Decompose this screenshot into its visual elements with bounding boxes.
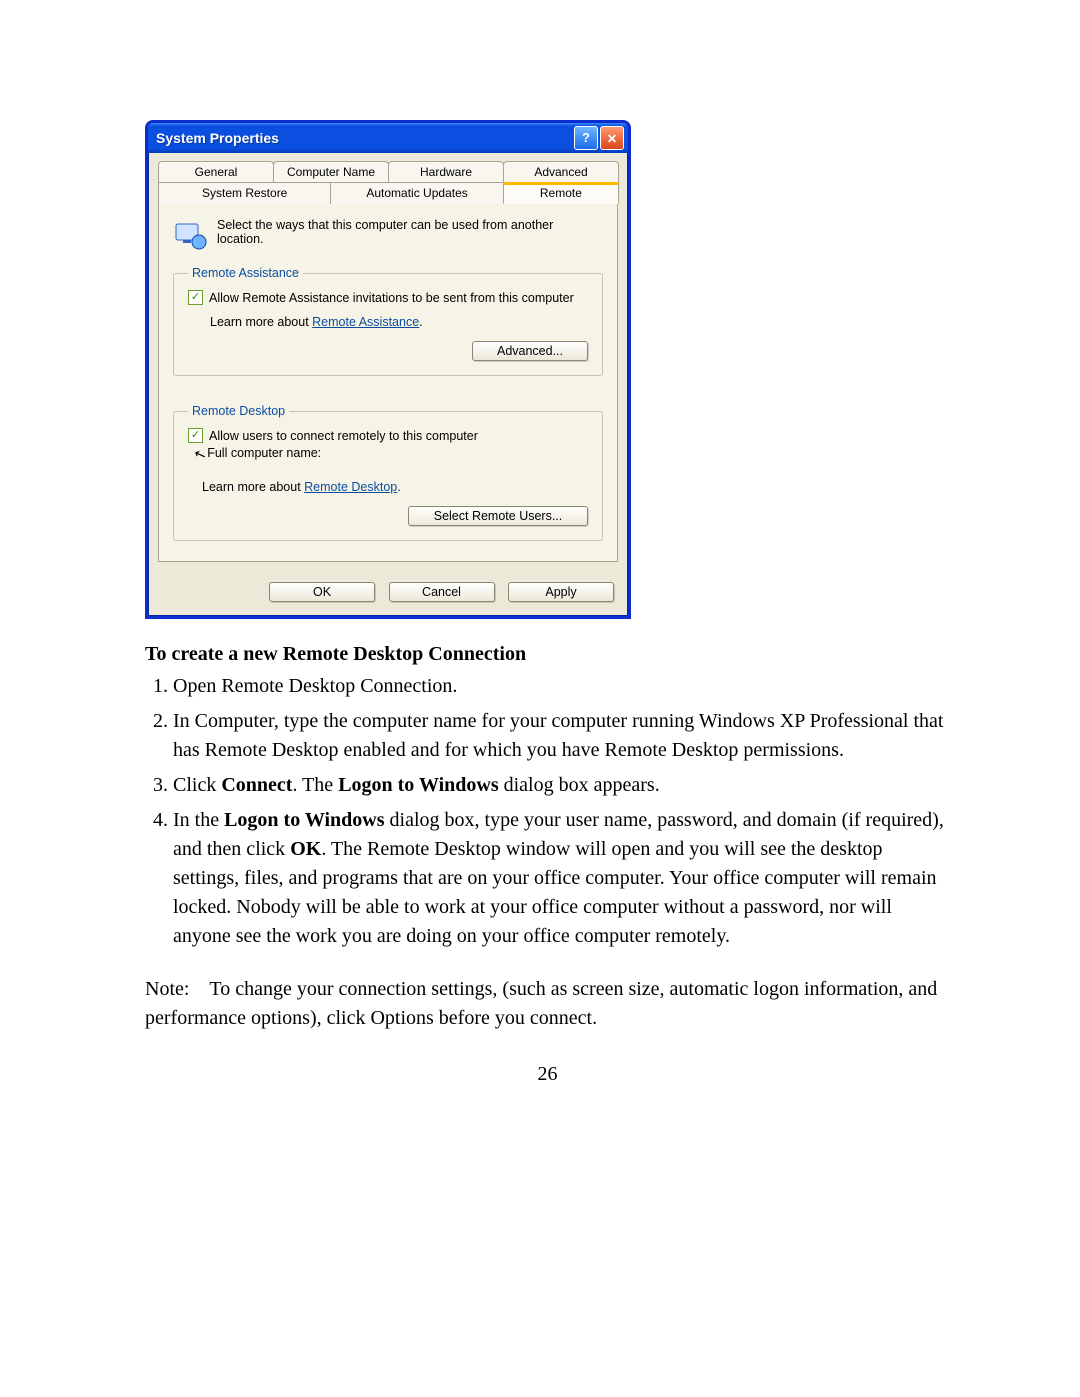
- tab-computer-name[interactable]: Computer Name: [273, 161, 389, 182]
- step-4: In the Logon to Windows dialog box, type…: [173, 806, 950, 951]
- legend-remote-assistance: Remote Assistance: [188, 266, 303, 280]
- group-remote-assistance: Remote Assistance ✓ Allow Remote Assista…: [173, 266, 603, 376]
- select-remote-users-button[interactable]: Select Remote Users...: [408, 506, 588, 526]
- system-properties-dialog: System Properties ? ✕ General Computer N…: [145, 120, 631, 619]
- window-title: System Properties: [156, 130, 572, 146]
- checkbox-remote-assistance-label: Allow Remote Assistance invitations to b…: [209, 291, 574, 305]
- checkbox-remote-desktop[interactable]: ✓: [188, 428, 203, 443]
- tab-panel-remote: Select the ways that this computer can b…: [158, 203, 618, 562]
- steps-list: Open Remote Desktop Connection. In Compu…: [145, 672, 950, 951]
- ok-button[interactable]: OK: [269, 582, 375, 602]
- apply-button[interactable]: Apply: [508, 582, 614, 602]
- tab-remote[interactable]: Remote: [503, 182, 619, 204]
- tab-system-restore[interactable]: System Restore: [158, 182, 331, 204]
- step-3: Click Connect. The Logon to Windows dial…: [173, 771, 950, 800]
- dialog-button-row: OK Cancel Apply: [148, 572, 628, 616]
- learn-remote-assistance: Learn more about Remote Assistance.: [210, 315, 588, 329]
- close-button[interactable]: ✕: [600, 126, 624, 150]
- link-remote-assistance[interactable]: Remote Assistance: [312, 315, 419, 329]
- tab-automatic-updates[interactable]: Automatic Updates: [330, 182, 503, 204]
- advanced-button[interactable]: Advanced...: [472, 341, 588, 361]
- link-remote-desktop[interactable]: Remote Desktop: [304, 480, 397, 494]
- cancel-button[interactable]: Cancel: [389, 582, 495, 602]
- titlebar[interactable]: System Properties ? ✕: [148, 123, 628, 153]
- intro-text: Select the ways that this computer can b…: [217, 218, 603, 246]
- note-text: Note: To change your connection settings…: [145, 975, 950, 1033]
- group-remote-desktop: Remote Desktop ✓ Allow users to connect …: [173, 404, 603, 541]
- page-number: 26: [145, 1063, 950, 1086]
- legend-remote-desktop: Remote Desktop: [188, 404, 289, 418]
- help-button[interactable]: ?: [574, 126, 598, 150]
- cursor-icon: ↖: [192, 445, 208, 462]
- tab-advanced[interactable]: Advanced: [503, 161, 619, 182]
- step-1: Open Remote Desktop Connection.: [173, 672, 950, 701]
- section-heading: To create a new Remote Desktop Connectio…: [145, 643, 950, 666]
- checkbox-remote-desktop-label: Allow users to connect remotely to this …: [209, 429, 478, 443]
- full-computer-name-label: Full computer name:: [207, 446, 321, 460]
- remote-icon: [173, 218, 207, 252]
- checkbox-remote-assistance[interactable]: ✓: [188, 290, 203, 305]
- tab-general[interactable]: General: [158, 161, 274, 182]
- learn-remote-desktop: Learn more about Remote Desktop.: [202, 480, 588, 494]
- tab-hardware[interactable]: Hardware: [388, 161, 504, 182]
- step-2: In Computer, type the computer name for …: [173, 707, 950, 765]
